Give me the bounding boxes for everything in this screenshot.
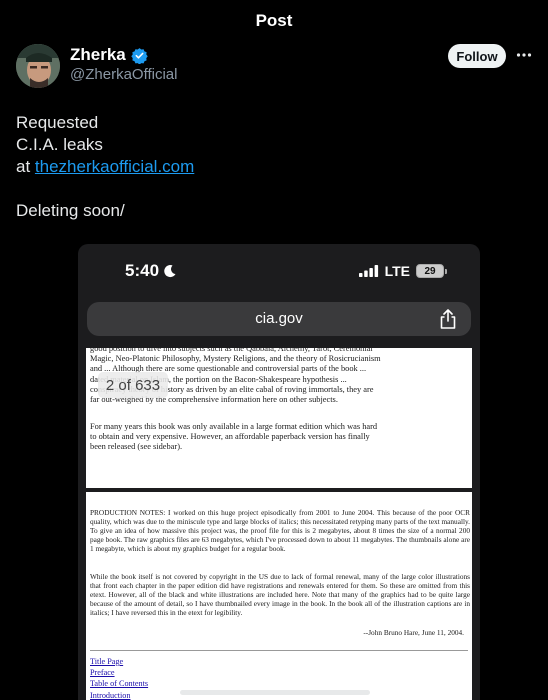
attached-screenshot[interactable]: 5:40 LTE 29 cia.gov good position to div… bbox=[78, 244, 480, 700]
verified-badge-icon bbox=[131, 47, 148, 64]
toc-link[interactable]: Title Page bbox=[90, 656, 148, 667]
author-name[interactable]: Zherka bbox=[70, 45, 126, 65]
page-counter: 2 of 633 bbox=[98, 372, 168, 398]
document-paragraph: For many years this book was only availa… bbox=[90, 422, 378, 452]
status-time: 5:40 bbox=[125, 261, 177, 281]
status-time-text: 5:40 bbox=[125, 261, 160, 280]
name-row: Zherka bbox=[70, 45, 148, 65]
document-page: good position to dive into subjects such… bbox=[86, 348, 472, 488]
tweet-line-prefix: at bbox=[16, 157, 35, 176]
author-handle[interactable]: @ZherkaOfficial bbox=[70, 66, 177, 83]
toc-links: Title Page Preface Table of Contents Int… bbox=[90, 656, 148, 700]
top-bar: Post bbox=[0, 0, 548, 42]
signal-bars-icon bbox=[358, 265, 378, 277]
tweet-line: Deleting soon/ bbox=[16, 201, 125, 220]
tweet-line: C.I.A. leaks bbox=[16, 135, 103, 154]
battery-level: 29 bbox=[424, 265, 436, 277]
phone-status-bar: 5:40 LTE 29 bbox=[78, 258, 480, 288]
toc-link[interactable]: Preface bbox=[90, 667, 148, 678]
avatar[interactable] bbox=[16, 44, 60, 88]
url-text: cia.gov bbox=[255, 310, 303, 327]
more-horizontal-icon[interactable] bbox=[516, 46, 532, 64]
avatar-image bbox=[16, 44, 60, 88]
moon-icon bbox=[164, 265, 176, 278]
browser-url-bar: cia.gov bbox=[87, 302, 471, 336]
copyright-notes: While the book itself is not covered by … bbox=[90, 572, 470, 618]
tweet-link[interactable]: thezherkaofficial.com bbox=[35, 157, 194, 176]
tweet-line: at thezherkaofficial.com bbox=[16, 156, 526, 178]
document-page: PRODUCTION NOTES: I worked on this huge … bbox=[86, 492, 472, 700]
follow-button[interactable]: Follow bbox=[448, 44, 506, 68]
tweet-text: Requested C.I.A. leaks at thezherkaoffic… bbox=[16, 112, 526, 222]
battery-icon: 29 bbox=[416, 264, 447, 278]
signature-line: --John Bruno Hare, June 11, 2004. bbox=[363, 628, 464, 637]
share-icon bbox=[440, 309, 456, 329]
toc-link[interactable]: Table of Contents bbox=[90, 678, 148, 689]
home-indicator bbox=[180, 690, 370, 695]
tweet-line: Requested bbox=[16, 113, 99, 132]
status-right: LTE 29 bbox=[358, 263, 447, 279]
author-row: Zherka @ZherkaOfficial Follow bbox=[16, 42, 532, 94]
divider bbox=[90, 650, 468, 651]
toc-link[interactable]: Introduction bbox=[90, 690, 148, 700]
page-title: Post bbox=[255, 11, 293, 30]
tweet-spacer bbox=[16, 178, 526, 200]
production-notes: PRODUCTION NOTES: I worked on this huge … bbox=[90, 508, 470, 554]
network-label: LTE bbox=[384, 263, 410, 279]
